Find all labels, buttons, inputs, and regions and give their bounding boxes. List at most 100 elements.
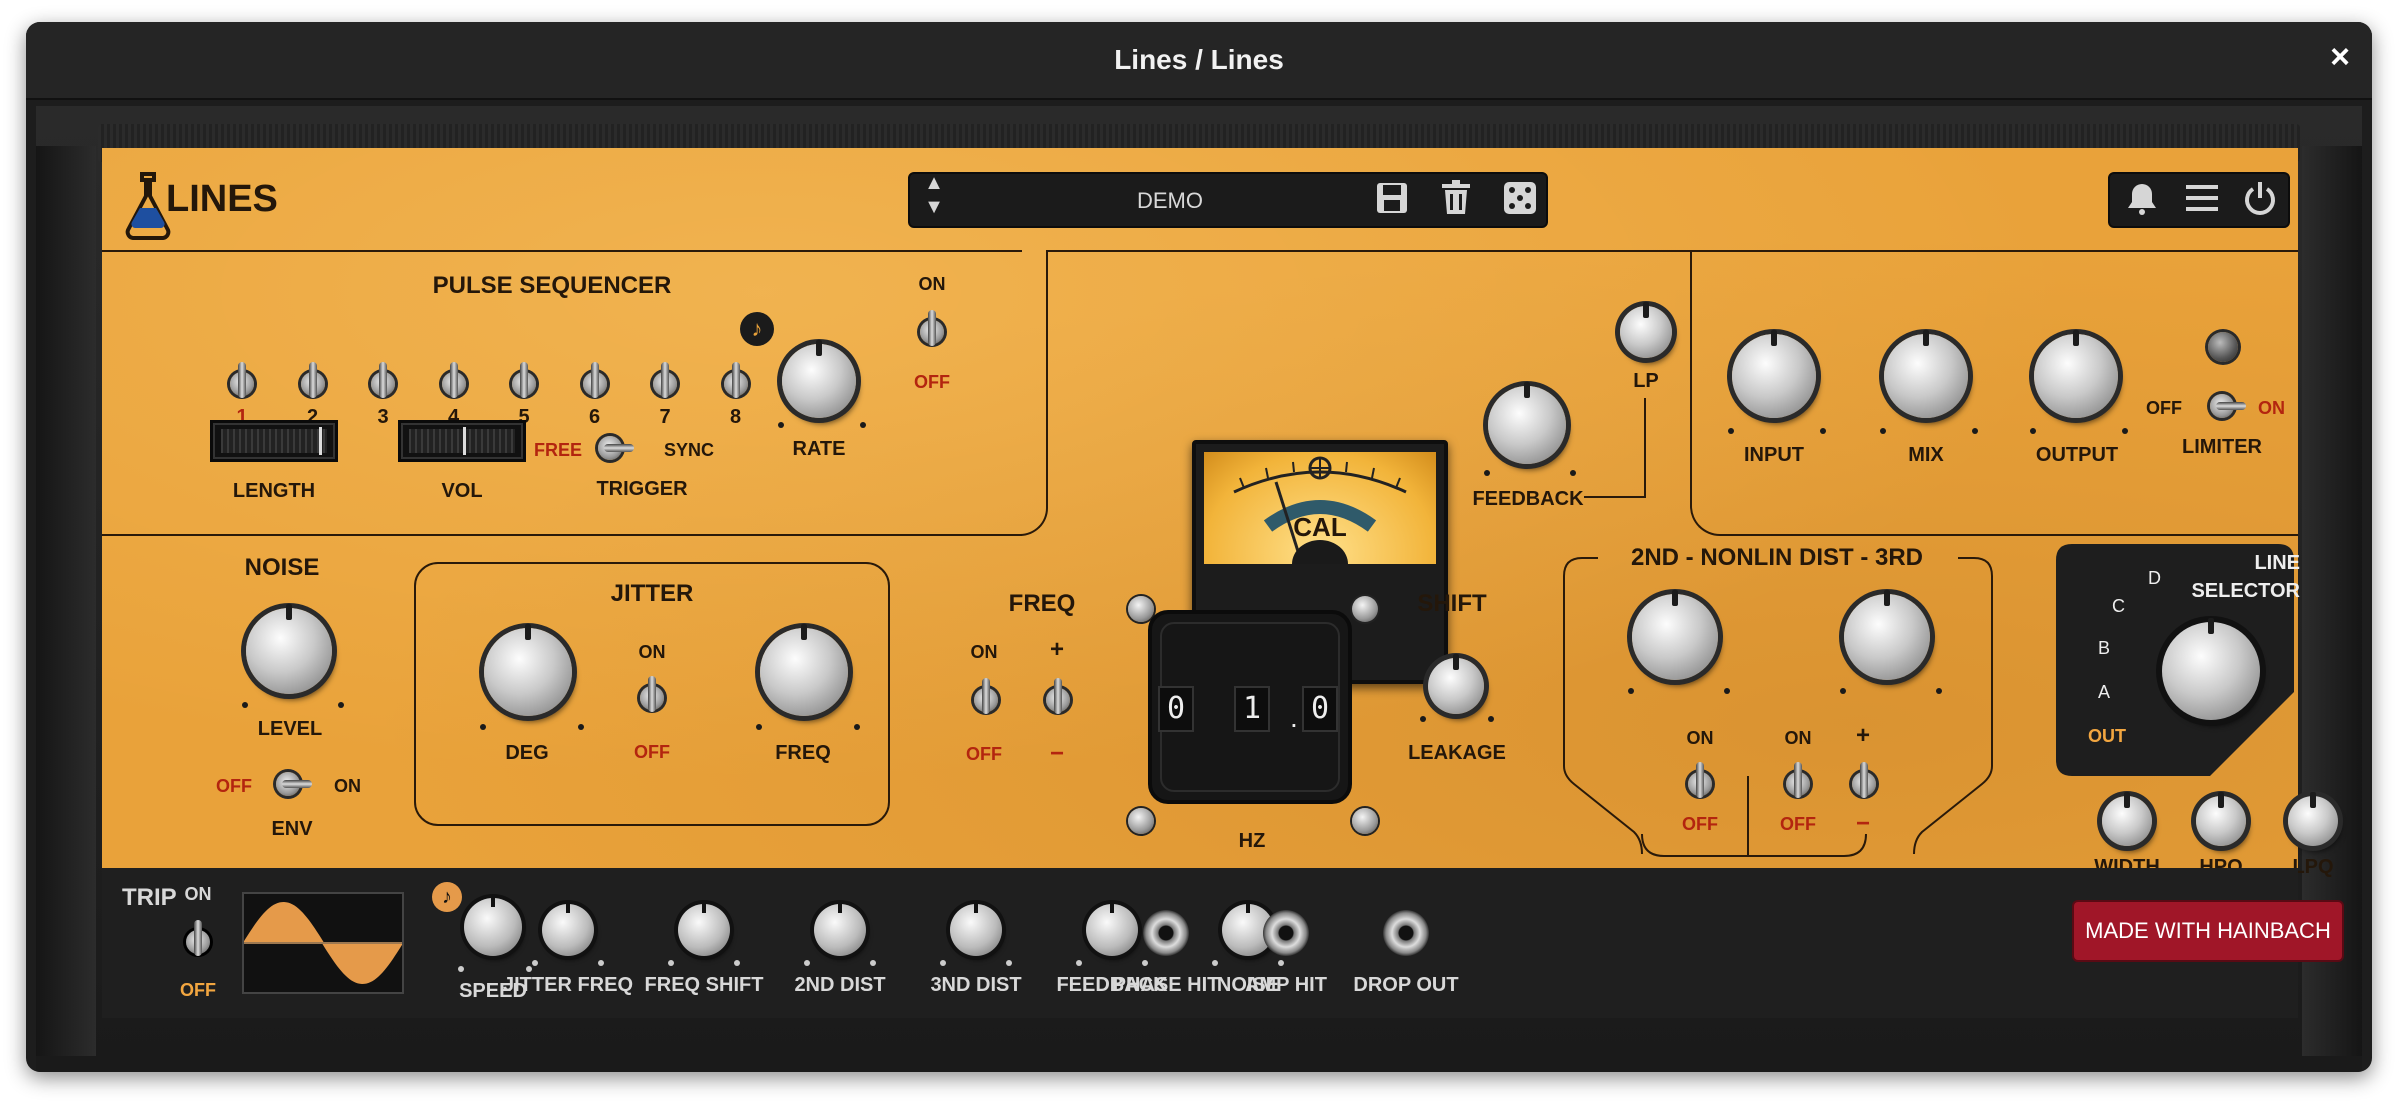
nonlin-2nd-on-label: ON <box>1686 728 1714 748</box>
trip-2nd-dist-knob[interactable] <box>814 901 866 956</box>
power-icon[interactable] <box>2240 180 2280 220</box>
main-panel: LINES ▲ ▼ DEMO PULSE SEQUENCER 1 2 3 4 5… <box>102 148 2338 878</box>
noise-level-knob[interactable] <box>246 604 332 694</box>
device-frame: LINES ▲ ▼ DEMO PULSE SEQUENCER 1 2 3 4 5… <box>36 106 2362 1072</box>
made-with-hainbach-button[interactable]: MADE WITH HAINBACH <box>2074 902 2342 960</box>
freq-shift-off-label: OFF <box>966 744 1002 764</box>
trip-3nd-dist-knob[interactable] <box>950 901 1002 956</box>
step-4-toggle[interactable] <box>440 362 468 408</box>
hpq-knob[interactable] <box>2196 792 2246 846</box>
divider <box>102 534 1022 536</box>
rate-sync-note-icon[interactable]: ♪ <box>740 312 774 346</box>
phase-hit-jack[interactable] <box>1143 910 1189 956</box>
preset-name[interactable]: DEMO <box>1090 188 1250 214</box>
window-title: Lines / Lines <box>1114 44 1284 75</box>
line-selector-knob[interactable] <box>2162 618 2260 720</box>
close-icon[interactable]: × <box>2330 38 2350 77</box>
preset-next-icon[interactable]: ▼ <box>914 196 954 218</box>
line-option-c[interactable]: C <box>2112 596 2125 617</box>
screw <box>1128 808 1154 834</box>
noise-env-toggle[interactable] <box>264 770 314 798</box>
trip-on-label: ON <box>184 884 212 904</box>
brand-logo: LINES <box>166 178 278 220</box>
freq-shift-power-toggle[interactable] <box>972 678 1000 724</box>
trip-waveform-display[interactable] <box>242 892 404 994</box>
trip-feedback-knob[interactable] <box>1086 901 1138 956</box>
output-label: OUTPUT <box>2035 444 2119 466</box>
line-option-a[interactable]: A <box>2098 682 2110 703</box>
save-icon[interactable] <box>1372 180 1412 220</box>
vol-slider[interactable] <box>398 420 526 462</box>
nonlin-2nd-toggle[interactable] <box>1686 762 1714 808</box>
lp-knob[interactable] <box>1620 302 1672 358</box>
nonlin-3rd-on-label: ON <box>1784 728 1812 748</box>
divider <box>102 250 1022 252</box>
trip-jitter-freq-knob[interactable] <box>542 901 594 956</box>
jitter-power-toggle[interactable] <box>638 676 666 722</box>
lp-label: LP <box>1633 370 1659 392</box>
trip-bar: TRIP ON OFF ♪ SPEED JITTER FREQ FREQ SHIF… <box>102 868 2298 1018</box>
step-6-toggle[interactable] <box>581 362 609 408</box>
randomize-dice-icon[interactable] <box>1500 180 1540 220</box>
step-8-toggle[interactable] <box>722 362 750 408</box>
feedback-knob[interactable] <box>1488 382 1566 464</box>
lp-feedback-link <box>1584 398 1646 498</box>
amp-hit-jack[interactable] <box>1263 910 1309 956</box>
leakage-label: LEAKAGE <box>1408 742 1506 764</box>
bell-icon[interactable] <box>2122 180 2162 220</box>
trip-freq-shift-knob[interactable] <box>678 901 730 956</box>
step-3-toggle[interactable] <box>369 362 397 408</box>
delete-icon[interactable] <box>1436 180 1476 220</box>
step-8-label: 8 <box>729 406 742 428</box>
trigger-free-label: FREE <box>534 440 583 460</box>
pulse-power-toggle[interactable] <box>918 310 946 356</box>
hz-digit[interactable]: 0 <box>1302 686 1338 732</box>
utility-bar <box>2108 172 2290 228</box>
preset-prev-icon[interactable]: ▲ <box>914 172 954 194</box>
length-slider[interactable] <box>210 420 338 462</box>
step-7-toggle[interactable] <box>651 362 679 408</box>
noise-level-label: LEVEL <box>257 718 323 740</box>
line-option-out[interactable]: OUT <box>2088 726 2126 747</box>
nonlin-3rd-toggle[interactable] <box>1784 762 1812 808</box>
step-1-toggle[interactable] <box>228 362 256 408</box>
mix-knob[interactable] <box>1884 330 1968 418</box>
line-option-d[interactable]: D <box>2148 568 2161 589</box>
trigger-toggle[interactable] <box>586 434 636 462</box>
trip-title: TRIP <box>122 884 177 911</box>
jitter-freq-knob[interactable] <box>760 624 848 716</box>
nonlin-polarity-toggle[interactable] <box>1850 762 1878 808</box>
jitter-on-label: ON <box>638 642 666 662</box>
hz-counter[interactable]: 0 1 . 0 <box>1148 610 1352 804</box>
freq-shift-minus-label: − <box>1049 740 1064 767</box>
pulse-sequencer-title: PULSE SEQUENCER <box>432 272 672 299</box>
trip-speed-knob[interactable] <box>464 895 522 956</box>
nonlin-plus-label: + <box>1855 722 1870 749</box>
pulse-off-label: OFF <box>914 372 950 392</box>
output-knob[interactable] <box>2034 330 2118 418</box>
vol-label: VOL <box>441 480 483 502</box>
trip-sync-note-icon[interactable]: ♪ <box>432 882 462 912</box>
nonlin-dist-title: 2ND - NONLIN DIST - 3RD <box>1630 544 1923 571</box>
hz-digit[interactable]: 1 <box>1234 686 1270 732</box>
step-2-toggle[interactable] <box>299 362 327 408</box>
width-knob[interactable] <box>2102 792 2152 846</box>
leakage-knob[interactable] <box>1428 654 1484 714</box>
jitter-deg-knob[interactable] <box>484 624 572 716</box>
trip-power-toggle[interactable] <box>184 920 212 966</box>
input-knob[interactable] <box>1732 330 1816 418</box>
step-5-toggle[interactable] <box>510 362 538 408</box>
freq-shift-polarity-toggle[interactable] <box>1044 678 1072 724</box>
noise-title: NOISE <box>244 554 320 581</box>
rate-knob[interactable] <box>782 340 856 418</box>
trip-target-label: FREQ SHIFT <box>644 974 764 996</box>
line-option-b[interactable]: B <box>2098 638 2110 659</box>
divider <box>1046 250 1692 252</box>
lpq-knob[interactable] <box>2288 792 2338 846</box>
menu-icon[interactable] <box>2182 180 2222 220</box>
hz-digit[interactable]: 0 <box>1158 686 1194 732</box>
nonlin-2nd-knob[interactable] <box>1632 590 1718 680</box>
nonlin-3rd-knob[interactable] <box>1844 590 1930 680</box>
drop-out-jack[interactable] <box>1383 910 1429 956</box>
limiter-toggle[interactable] <box>2198 392 2248 420</box>
